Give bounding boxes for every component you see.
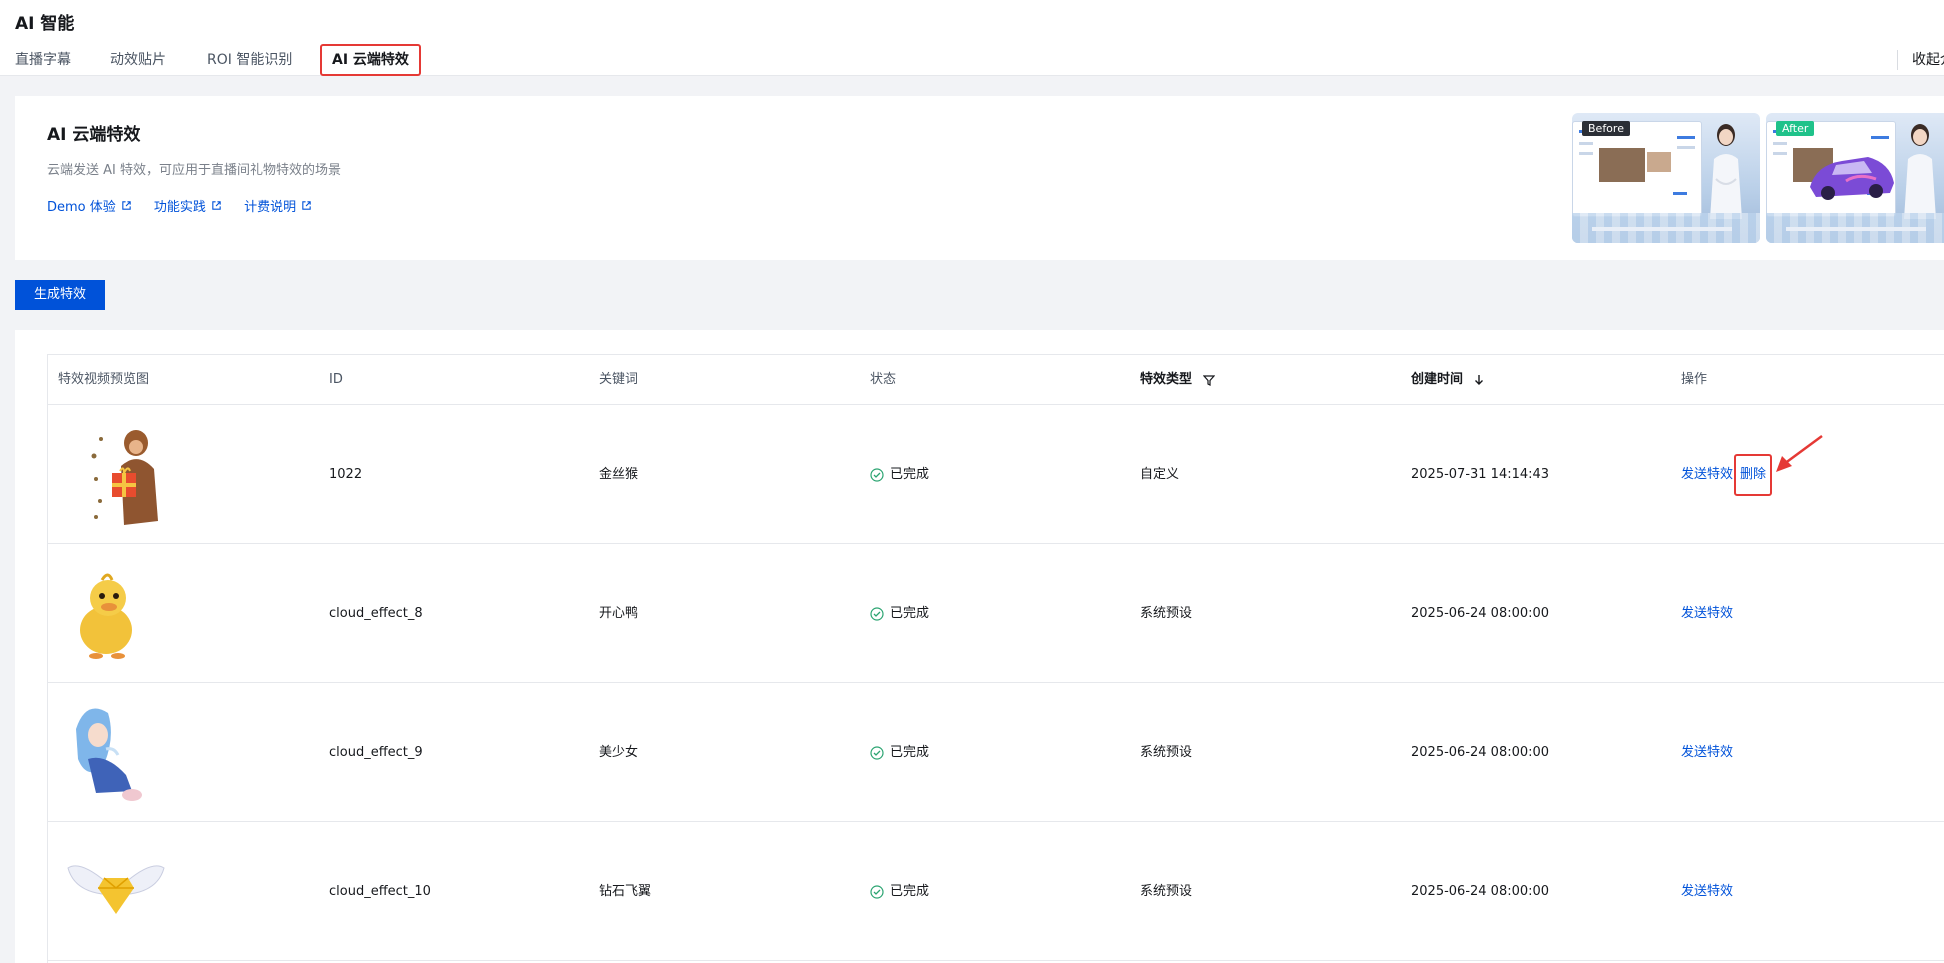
column-header-actions: 操作: [1681, 372, 1708, 387]
intro-card: AI 云端特效 云端发送 AI 特效，可应用于直播间礼物特效的场景 Demo 体…: [15, 96, 1944, 260]
generate-effect-button[interactable]: 生成特效: [15, 280, 105, 310]
row-status: 已完成: [870, 684, 929, 822]
status-text: 已完成: [890, 606, 930, 621]
filter-icon[interactable]: [1202, 374, 1215, 386]
row-keyword: 金丝猴: [599, 467, 639, 482]
subtitle-strip: [1786, 227, 1926, 231]
created-time-label: 创建时间: [1411, 372, 1464, 387]
after-badge: After: [1776, 121, 1815, 136]
column-header-status: 状态: [870, 372, 897, 387]
column-header-created-time[interactable]: 创建时间: [1411, 355, 1484, 405]
check-circle-icon: [870, 884, 884, 899]
preview-before-image: Before: [1572, 113, 1760, 243]
row-status: 已完成: [870, 823, 929, 961]
row-effect-type: 系统预设: [1140, 884, 1193, 899]
external-link-icon: [302, 201, 311, 210]
row-created-time: 2025-06-24 08:00:00: [1411, 745, 1550, 760]
demo-link[interactable]: Demo 体验: [47, 196, 132, 215]
row-keyword: 美少女: [599, 745, 639, 760]
tab-live-subtitles[interactable]: 直播字幕: [15, 44, 71, 76]
status-text: 已完成: [890, 467, 930, 482]
practice-link[interactable]: 功能实践: [154, 196, 222, 215]
tab-roi-recognition[interactable]: ROI 智能识别: [207, 44, 292, 76]
table-header: 特效视频预览图 ID 关键词 状态 特效类型 创建时间 操作: [48, 355, 1944, 405]
row-effect-type: 系统预设: [1140, 745, 1193, 760]
external-link-icon: [122, 201, 131, 210]
effect-type-label: 特效类型: [1140, 372, 1193, 387]
sort-down-icon[interactable]: [1474, 374, 1484, 386]
send-effect-link[interactable]: 发送特效: [1681, 745, 1733, 760]
page-title: AI 智能: [15, 14, 75, 34]
column-header-effect-type: 特效类型: [1140, 355, 1215, 405]
send-effect-link[interactable]: 发送特效: [1681, 467, 1733, 482]
billing-link[interactable]: 计费说明: [244, 196, 312, 215]
row-actions: 发送特效: [1681, 545, 1733, 683]
row-created-time: 2025-06-24 08:00:00: [1411, 884, 1550, 899]
external-link-icon: [212, 201, 221, 210]
tab-ai-cloud-effects[interactable]: AI 云端特效: [320, 44, 421, 76]
table-row: cloud_effect_10 钻石飞翼 已完成 系统预设 2025-06-24…: [48, 823, 1944, 961]
check-circle-icon: [870, 745, 884, 760]
effects-table-card: 特效视频预览图 ID 关键词 状态 特效类型 创建时间 操作 1022 金丝猴 …: [15, 330, 1944, 963]
column-header-preview: 特效视频预览图: [58, 372, 150, 387]
effects-table: 特效视频预览图 ID 关键词 状态 特效类型 创建时间 操作 1022 金丝猴 …: [47, 354, 1944, 963]
row-id: cloud_effect_9: [329, 745, 423, 760]
send-effect-link[interactable]: 发送特效: [1681, 606, 1733, 621]
subtitle-strip: [1592, 227, 1732, 231]
row-actions: 发送特效: [1681, 823, 1733, 961]
table-row: 1022 金丝猴 已完成 自定义 2025-07-31 14:14:43 发送特…: [48, 406, 1944, 544]
row-status: 已完成: [870, 406, 929, 544]
row-effect-type: 自定义: [1140, 467, 1180, 482]
collapse-intro-button[interactable]: 收起介绍: [1897, 50, 1944, 70]
diamond-wings-thumbnail: [67, 865, 165, 914]
row-status: 已完成: [870, 545, 929, 683]
page-header: AI 智能 直播字幕 动效贴片 ROI 智能识别 AI 云端特效 收起介绍: [0, 0, 1944, 76]
annotation-arrow-icon: [1776, 434, 1823, 472]
status-text: 已完成: [890, 884, 930, 899]
row-created-time: 2025-06-24 08:00:00: [1411, 606, 1550, 621]
billing-link-label: 计费说明: [244, 200, 297, 215]
column-header-keyword: 关键词: [599, 372, 639, 387]
table-row: cloud_effect_9 美少女 已完成 系统预设 2025-06-24 0…: [48, 684, 1944, 822]
row-actions: 发送特效 删除: [1681, 406, 1773, 544]
intro-links: Demo 体验 功能实践 计费说明: [47, 196, 330, 215]
row-actions: 发送特效: [1681, 684, 1733, 822]
row-effect-type: 系统预设: [1140, 606, 1193, 621]
intro-description: 云端发送 AI 特效，可应用于直播间礼物特效的场景: [47, 163, 341, 178]
presenter-figure: [1904, 124, 1936, 219]
row-keyword: 开心鸭: [599, 606, 639, 621]
table-row: cloud_effect_8 开心鸭 已完成 系统预设 2025-06-24 0…: [48, 545, 1944, 683]
intro-title: AI 云端特效: [47, 125, 141, 145]
sports-car-effect: [1810, 157, 1894, 200]
demo-link-label: Demo 体验: [47, 200, 116, 215]
tab-motion-stickers[interactable]: 动效贴片: [110, 44, 166, 76]
status-text: 已完成: [890, 745, 930, 760]
row-id: cloud_effect_8: [329, 606, 423, 621]
presenter-figure: [1710, 124, 1742, 219]
column-header-id: ID: [329, 372, 343, 387]
anime-girl-thumbnail: [76, 708, 142, 801]
preview-after-image: After: [1766, 113, 1944, 243]
duck-thumbnail: [80, 573, 132, 659]
before-badge: Before: [1582, 121, 1630, 136]
check-circle-icon: [870, 606, 884, 621]
row-id: 1022: [329, 467, 363, 482]
delete-link[interactable]: 删除: [1734, 453, 1773, 496]
row-id: cloud_effect_10: [329, 884, 431, 899]
check-circle-icon: [870, 467, 884, 482]
practice-link-label: 功能实践: [153, 200, 206, 215]
send-effect-link[interactable]: 发送特效: [1681, 884, 1733, 899]
row-created-time: 2025-07-31 14:14:43: [1411, 467, 1550, 482]
row-keyword: 钻石飞翼: [599, 884, 652, 899]
monkey-gift-thumbnail: [91, 430, 158, 525]
